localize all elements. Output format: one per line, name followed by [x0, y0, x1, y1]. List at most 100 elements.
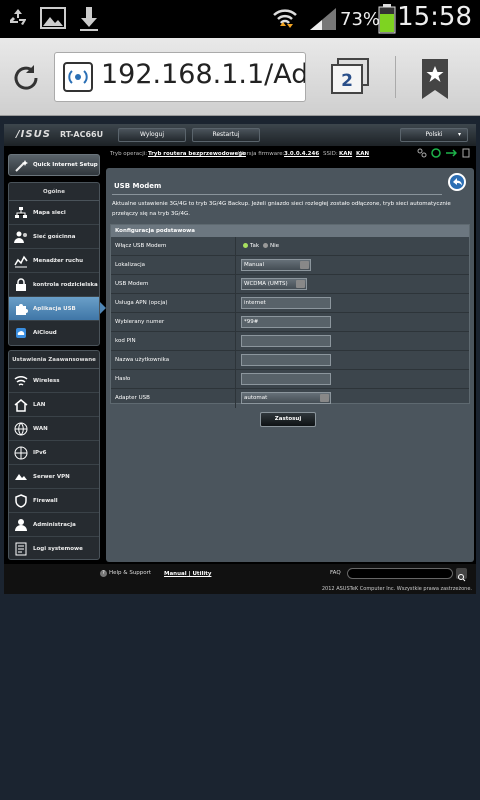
sidebar-general: Ogólne Mapa sieci Sieć gościnna Menadżer…: [8, 182, 100, 346]
status-line: Tryb operacji: Tryb routera bezprzewodow…: [108, 148, 476, 162]
sidebar-item-network-map[interactable]: Mapa sieci: [9, 201, 99, 225]
tabs-button[interactable]: 2: [330, 58, 369, 97]
router-page: /ISUS RT-AC66U Wyloguj Restartuj Polski …: [4, 124, 476, 594]
column-divider: [235, 294, 236, 313]
row-username: Nazwa użytkownika: [111, 351, 469, 370]
radio-yes[interactable]: Tak: [243, 243, 259, 249]
sidebar-item-traffic-manager[interactable]: Menadżer ruchu: [9, 249, 99, 273]
radio-empty-dot: [263, 243, 268, 248]
restart-button[interactable]: Restartuj: [192, 128, 260, 142]
radio-no[interactable]: Nie: [263, 243, 279, 249]
pin-input[interactable]: [241, 335, 331, 347]
dial-number-input[interactable]: *99#: [241, 316, 331, 328]
wireless-icon: [14, 375, 28, 386]
op-mode-link[interactable]: Tryb routera bezprzewodowego: [148, 151, 246, 157]
sidebar-item-usb-application[interactable]: Aplikacja USB: [9, 297, 99, 321]
toolbar-divider: [395, 56, 396, 98]
wizard-icon: [15, 160, 28, 172]
sidebar-item-system-log[interactable]: Logi systemowe: [9, 537, 99, 561]
usb-device-icon[interactable]: [461, 148, 471, 158]
select-value: Manual: [244, 262, 264, 268]
sidebar-item-firewall[interactable]: Firewall: [9, 489, 99, 513]
sidebar-item-label: IPv6: [33, 450, 47, 456]
bookmark-icon[interactable]: [420, 58, 450, 100]
router-wireless-icon: [63, 62, 93, 92]
quick-setup-label: Quick Internet Setup: [33, 162, 98, 168]
sidebar-item-parental-control[interactable]: kontrola rodzicielska: [9, 273, 99, 297]
aicloud-icon: [16, 328, 26, 338]
language-select[interactable]: Polski ▾: [400, 128, 468, 142]
image-icon: [40, 7, 66, 29]
ssid-1[interactable]: KAN: [339, 151, 352, 157]
url-bar[interactable]: 192.168.1.1/Adv: [54, 52, 306, 102]
usb-modem-select[interactable]: WCDMA (UMTS): [241, 278, 307, 290]
clock: 15:58: [397, 2, 472, 32]
language-label: Polski: [425, 131, 443, 138]
logout-button[interactable]: Wyloguj: [118, 128, 186, 142]
sidebar-item-label: Wireless: [33, 378, 60, 384]
sidebar-item-ipv6[interactable]: IPv6: [9, 441, 99, 465]
log-icon: [15, 542, 27, 556]
row-dial-number: Wybierany numer *99#: [111, 313, 469, 332]
back-button[interactable]: [448, 173, 466, 191]
sidebar-item-guest-network[interactable]: Sieć gościnna: [9, 225, 99, 249]
faq-search-input[interactable]: [347, 568, 453, 579]
refresh-icon[interactable]: [10, 62, 42, 94]
row-enable-usb-modem: Włącz USB Modem Tak Nie: [111, 237, 469, 256]
password-input[interactable]: [241, 373, 331, 385]
sidebar-item-lan[interactable]: LAN: [9, 393, 99, 417]
firmware-label: Wersja firmware:: [238, 151, 285, 157]
radio-selected-dot: [243, 243, 248, 248]
manual-link[interactable]: Manual: [164, 571, 187, 577]
row-apn: Usługa APN (opcja) internet: [111, 294, 469, 313]
sidebar-item-label: WAN: [33, 426, 48, 432]
download-icon: [80, 7, 98, 31]
sidebar-item-label: Aplikacja USB: [33, 306, 76, 312]
row-usb-adapter: Adapter USB automat: [111, 389, 469, 408]
chevron-down-icon: ▾: [457, 131, 461, 138]
search-icon: [458, 574, 466, 582]
sidebar-item-administration[interactable]: Administracja: [9, 513, 99, 537]
guest-network-icon: [14, 231, 27, 243]
field-label: USB Modem: [115, 281, 149, 287]
battery-percent: 73%: [340, 9, 381, 30]
dropdown-arrow-icon: [296, 280, 305, 288]
sidebar-item-aicloud[interactable]: AiCloud: [9, 321, 99, 345]
main-panel: USB Modem Aktualne ustawienie 3G/4G to t…: [106, 168, 474, 562]
sidebar-item-vpn-server[interactable]: Serwer VPN: [9, 465, 99, 489]
username-input[interactable]: [241, 354, 331, 366]
sidebar-item-label: Logi systemowe: [33, 546, 83, 552]
field-label: Nazwa użytkownika: [115, 357, 170, 363]
usb-icon[interactable]: [445, 148, 457, 158]
sidebar-item-wireless[interactable]: Wireless: [9, 369, 99, 393]
signal-icon: [310, 8, 336, 30]
location-select[interactable]: Manual: [241, 259, 311, 271]
column-divider: [235, 237, 236, 256]
wan-status-icon[interactable]: [431, 148, 441, 158]
utility-link[interactable]: Utility: [192, 571, 211, 577]
ssid-label: SSID:: [323, 151, 338, 157]
sidebar-item-label: Menadżer ruchu: [33, 258, 84, 264]
column-divider: [235, 275, 236, 294]
column-divider: [235, 256, 236, 275]
ssid-2[interactable]: KAN: [356, 151, 369, 157]
network-icon[interactable]: [417, 148, 427, 158]
quick-setup-button[interactable]: Quick Internet Setup: [8, 154, 100, 176]
network-map-icon: [15, 207, 27, 218]
apply-button[interactable]: Zastosuj: [260, 412, 316, 427]
column-divider: [235, 313, 236, 332]
page-title: USB Modem: [114, 182, 162, 190]
battery-icon: [378, 4, 396, 34]
apn-input[interactable]: internet: [241, 297, 331, 309]
help-icon: ?: [100, 570, 107, 577]
usb-adapter-select[interactable]: automat: [241, 392, 331, 404]
globe-icon: [14, 422, 28, 436]
faq-search-button[interactable]: [456, 568, 467, 582]
field-label: kod PIN: [115, 338, 136, 344]
help-support-link[interactable]: ? Help & Support: [100, 570, 151, 577]
sidebar-item-label: Firewall: [33, 498, 58, 504]
sidebar-item-wan[interactable]: WAN: [9, 417, 99, 441]
browser-toolbar: 192.168.1.1/Adv 2: [0, 38, 480, 116]
firmware-link[interactable]: 3.0.0.4.246: [284, 151, 319, 157]
router-model: RT-AC66U: [60, 130, 104, 139]
